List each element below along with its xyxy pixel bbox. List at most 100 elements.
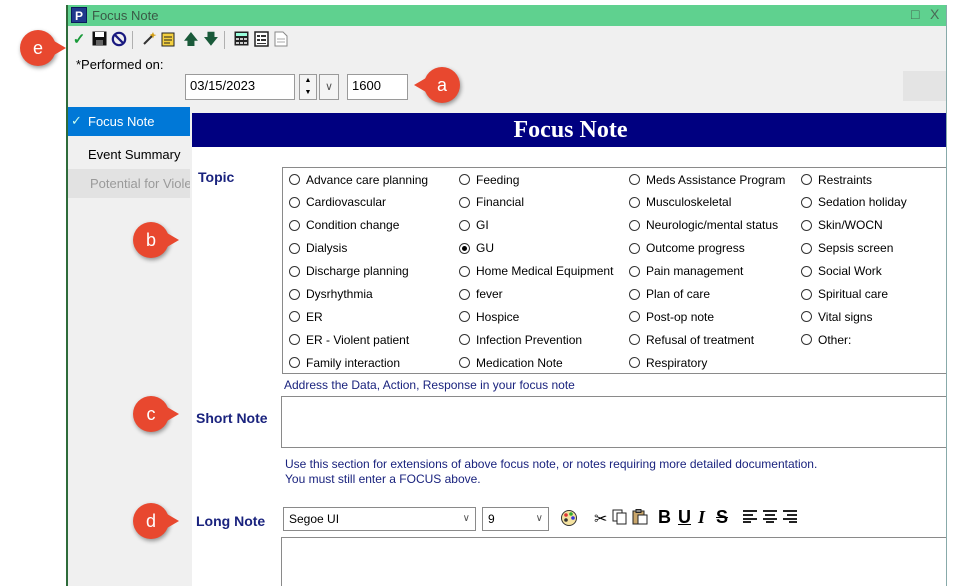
radio-button[interactable] — [289, 357, 300, 369]
topic-option[interactable]: Restraints — [801, 172, 872, 187]
radio-button[interactable] — [629, 357, 640, 369]
topic-option[interactable]: Post-op note — [629, 309, 714, 324]
restore-button[interactable]: □ — [911, 6, 919, 22]
performed-date-field[interactable]: 03/15/2023 — [185, 74, 295, 100]
radio-button[interactable] — [801, 265, 812, 277]
radio-button[interactable] — [459, 219, 470, 231]
radio-button[interactable] — [459, 311, 470, 323]
save-icon[interactable] — [90, 31, 108, 49]
radio-button[interactable] — [629, 219, 640, 231]
topic-option[interactable]: Dysrhythmia — [289, 287, 373, 302]
sidebar-item-focus-note[interactable]: ✓ Focus Note — [68, 107, 190, 136]
radio-button[interactable] — [629, 196, 640, 208]
topic-option[interactable]: Dialysis — [289, 241, 347, 256]
short-note-input[interactable] — [281, 396, 946, 448]
topic-option[interactable]: Sedation holiday — [801, 195, 907, 210]
underline-button[interactable]: U — [678, 507, 691, 528]
radio-button[interactable] — [629, 174, 640, 185]
radio-button[interactable] — [289, 311, 300, 323]
radio-button[interactable] — [459, 242, 470, 254]
topic-option[interactable]: Medication Note — [459, 355, 563, 370]
topic-option[interactable]: Other: — [801, 332, 851, 347]
wand-icon[interactable] — [140, 31, 158, 49]
topic-option[interactable]: Skin/WOCN — [801, 218, 883, 233]
radio-button[interactable] — [459, 357, 470, 369]
calculator-icon[interactable] — [232, 31, 250, 49]
topic-option[interactable]: Social Work — [801, 264, 882, 279]
italic-button[interactable]: I — [698, 507, 705, 528]
radio-button[interactable] — [801, 174, 812, 185]
template-icon[interactable] — [160, 31, 178, 49]
topic-option[interactable]: Meds Assistance Program — [629, 172, 785, 187]
topic-option[interactable]: GI — [459, 218, 489, 233]
radio-button[interactable] — [289, 334, 300, 346]
align-center-icon[interactable] — [762, 509, 778, 528]
radio-button[interactable] — [629, 265, 640, 277]
topic-option[interactable]: Vital signs — [801, 309, 872, 324]
topic-option[interactable]: Home Medical Equipment — [459, 264, 613, 279]
topic-option[interactable]: Refusal of treatment — [629, 332, 754, 347]
document-icon[interactable] — [272, 31, 290, 49]
sidebar-item-event-summary[interactable]: Event Summary — [68, 140, 190, 169]
topic-option[interactable]: Plan of care — [629, 287, 710, 302]
radio-button[interactable] — [629, 334, 640, 346]
bold-button[interactable]: B — [658, 507, 671, 528]
topic-option[interactable]: Sepsis screen — [801, 241, 893, 256]
topic-option[interactable]: Musculoskeletal — [629, 195, 731, 210]
topic-option[interactable]: Condition change — [289, 218, 399, 233]
radio-button[interactable] — [801, 196, 812, 208]
radio-button[interactable] — [459, 174, 470, 185]
radio-button[interactable] — [289, 219, 300, 231]
topic-option[interactable]: Hospice — [459, 309, 519, 324]
align-right-icon[interactable] — [782, 509, 798, 528]
topic-option[interactable]: Respiratory — [629, 355, 707, 370]
radio-button[interactable] — [801, 219, 812, 231]
performed-time-field[interactable]: 1600 — [347, 74, 408, 100]
radio-button[interactable] — [289, 242, 300, 254]
date-spinner[interactable]: ▲ ▼ — [299, 74, 317, 100]
radio-button[interactable] — [459, 265, 470, 277]
close-button[interactable]: X — [930, 6, 939, 22]
radio-button[interactable] — [459, 288, 470, 300]
topic-option[interactable]: Feeding — [459, 172, 519, 187]
radio-button[interactable] — [459, 334, 470, 346]
radio-button[interactable] — [629, 311, 640, 323]
align-left-icon[interactable] — [742, 509, 758, 528]
radio-button[interactable] — [459, 196, 470, 208]
topic-option[interactable]: Spiritual care — [801, 287, 888, 302]
paste-icon[interactable] — [632, 509, 648, 530]
up-arrow-icon[interactable]: 🡅 — [182, 31, 200, 49]
radio-button[interactable] — [801, 334, 812, 346]
topic-option[interactable]: Advance care planning — [289, 172, 428, 187]
topic-option[interactable]: Cardiovascular — [289, 195, 386, 210]
topic-option[interactable]: GU — [459, 241, 494, 256]
down-arrow-icon[interactable]: 🡇 — [202, 31, 220, 49]
radio-button[interactable] — [289, 288, 300, 300]
cancel-icon[interactable] — [110, 31, 128, 49]
topic-option[interactable]: Outcome progress — [629, 241, 745, 256]
radio-button[interactable] — [629, 288, 640, 300]
radio-button[interactable] — [289, 174, 300, 185]
topic-option[interactable]: ER — [289, 309, 323, 324]
topic-option[interactable]: Neurologic/mental status — [629, 218, 778, 233]
radio-button[interactable] — [801, 242, 812, 254]
radio-button[interactable] — [629, 242, 640, 254]
long-note-input[interactable] — [281, 537, 946, 586]
font-size-select[interactable]: 9 ∨ — [482, 507, 549, 531]
font-family-select[interactable]: Segoe UI ∨ — [283, 507, 476, 531]
date-dropdown[interactable]: ∨ — [319, 74, 339, 100]
topic-option[interactable]: ER - Violent patient — [289, 332, 409, 347]
radio-button[interactable] — [289, 196, 300, 208]
radio-button[interactable] — [289, 265, 300, 277]
radio-button[interactable] — [801, 311, 812, 323]
strikethrough-button[interactable]: S — [716, 507, 728, 528]
topic-option[interactable]: fever — [459, 287, 503, 302]
copy-icon[interactable] — [612, 509, 628, 530]
notes-icon[interactable] — [252, 31, 270, 49]
topic-option[interactable]: Discharge planning — [289, 264, 409, 279]
topic-option[interactable]: Financial — [459, 195, 524, 210]
color-palette-icon[interactable] — [560, 509, 578, 532]
cut-icon[interactable]: ✂ — [594, 509, 607, 529]
topic-option[interactable]: Infection Prevention — [459, 332, 582, 347]
topic-option[interactable]: Family interaction — [289, 355, 400, 370]
